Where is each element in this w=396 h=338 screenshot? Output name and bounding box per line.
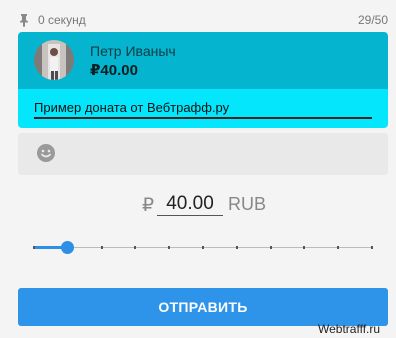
slider-handle[interactable] — [61, 241, 74, 254]
donation-message-area — [18, 89, 388, 128]
submit-button[interactable]: ОТПРАВИТЬ — [18, 288, 388, 326]
slider-tick — [168, 246, 170, 249]
donation-card-header: Петр Иваныч ₽40.00 — [18, 32, 388, 89]
slider-tick — [270, 246, 272, 249]
currency-code: RUB — [228, 194, 267, 214]
message-counter: 29/50 — [357, 13, 388, 27]
slider-tick — [371, 246, 373, 249]
donor-name: Петр Иваныч — [90, 43, 176, 59]
pin-icon — [20, 14, 28, 27]
message-input[interactable] — [34, 97, 372, 119]
slider-tick — [202, 246, 204, 249]
slider-tick — [33, 246, 35, 249]
slider-tick — [134, 246, 136, 249]
donation-header: 0 секунд 29/50 — [18, 12, 390, 28]
amount-row: ₽ RUB — [0, 192, 396, 218]
avatar — [34, 40, 74, 80]
slider-tick — [303, 246, 305, 249]
currency-symbol: ₽ — [142, 195, 155, 216]
slider-tick — [101, 246, 103, 249]
donation-preview-card: Петр Иваныч ₽40.00 — [18, 32, 388, 128]
slider-tick — [236, 246, 238, 249]
donation-amount: ₽40.00 — [90, 62, 138, 79]
amount-slider[interactable] — [33, 240, 373, 256]
emoji-icon[interactable] — [36, 143, 56, 163]
slider-tick — [337, 246, 339, 249]
timer-label: 0 секунд — [38, 13, 86, 27]
amount-input[interactable] — [157, 192, 223, 216]
emoji-bar — [18, 133, 388, 175]
watermark: Webtrafff.ru — [318, 322, 381, 336]
